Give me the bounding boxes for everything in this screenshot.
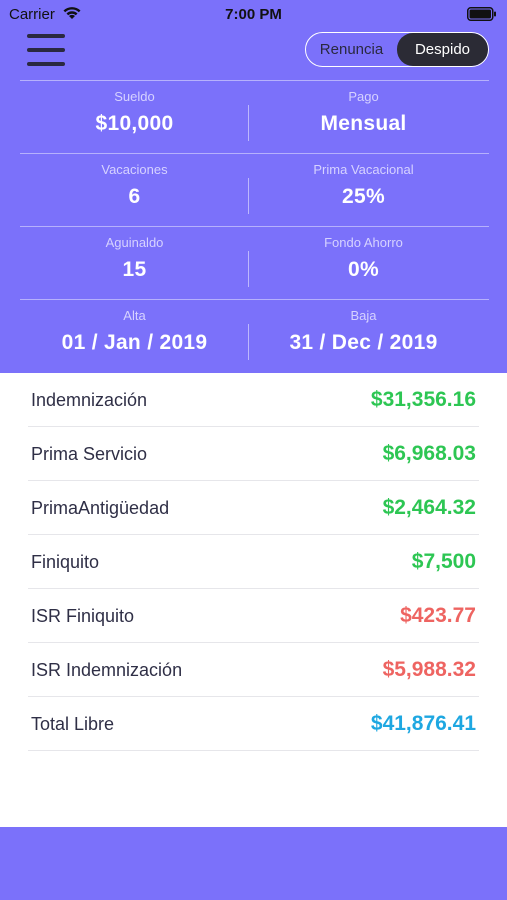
- stat-value: 6: [128, 185, 141, 208]
- segment-despido[interactable]: Despido: [397, 33, 488, 66]
- battery-icon: [467, 7, 497, 21]
- stat-value: 25%: [342, 185, 385, 208]
- inputs-summary: Sueldo $10,000 Pago Mensual Vacaciones 6…: [20, 80, 489, 372]
- result-label: Prima Servicio: [31, 444, 148, 464]
- stat-value: $10,000: [95, 112, 174, 135]
- result-value: $6,968.03: [382, 442, 476, 465]
- stat-label: Alta: [123, 308, 146, 323]
- result-row-isr-indemnizacion: ISR Indemnización $5,988.32: [28, 643, 479, 697]
- stat-value: 31 / Dec / 2019: [289, 331, 438, 354]
- result-label: PrimaAntigüedad: [31, 498, 170, 518]
- stat-vacaciones[interactable]: Vacaciones 6: [20, 154, 249, 227]
- stat-alta[interactable]: Alta 01 / Jan / 2019: [20, 300, 249, 373]
- result-value: $5,988.32: [382, 658, 476, 681]
- results-card: Indemnización $31,356.16 Prima Servicio …: [0, 373, 507, 827]
- result-label: Indemnización: [31, 390, 148, 410]
- clock-time: 7:00 PM: [225, 6, 282, 23]
- result-row-indemnizacion: Indemnización $31,356.16: [28, 373, 479, 427]
- result-value: $31,356.16: [370, 388, 476, 411]
- stat-baja[interactable]: Baja 31 / Dec / 2019: [249, 300, 478, 373]
- stat-value: 01 / Jan / 2019: [61, 331, 208, 354]
- stat-row: Aguinaldo 15 Fondo Ahorro 0%: [20, 226, 489, 299]
- stat-label: Fondo Ahorro: [324, 235, 403, 250]
- stat-value: 0%: [348, 258, 379, 281]
- stat-label: Pago: [348, 89, 379, 104]
- stat-row: Alta 01 / Jan / 2019 Baja 31 / Dec / 201…: [20, 299, 489, 372]
- stat-value: Mensual: [320, 112, 407, 135]
- result-label: Total Libre: [31, 714, 115, 734]
- stat-fondo-ahorro[interactable]: Fondo Ahorro 0%: [249, 227, 478, 300]
- menu-icon: [27, 34, 65, 38]
- stat-label: Prima Vacacional: [313, 162, 414, 177]
- stat-label: Vacaciones: [101, 162, 168, 177]
- result-value: $7,500: [411, 550, 476, 573]
- stat-label: Aguinaldo: [105, 235, 164, 250]
- result-value: $2,464.32: [382, 496, 476, 519]
- result-row-prima-servicio: Prima Servicio $6,968.03: [28, 427, 479, 481]
- stat-value: 15: [122, 258, 147, 281]
- segment-renuncia[interactable]: Renuncia: [306, 33, 397, 66]
- result-label: ISR Indemnización: [31, 660, 183, 680]
- mode-segmented-control[interactable]: Renuncia Despido: [305, 32, 489, 67]
- stat-aguinaldo[interactable]: Aguinaldo 15: [20, 227, 249, 300]
- stat-pago[interactable]: Pago Mensual: [249, 81, 478, 154]
- stat-label: Baja: [350, 308, 377, 323]
- result-row-finiquito: Finiquito $7,500: [28, 535, 479, 589]
- menu-button[interactable]: [27, 33, 65, 67]
- stat-prima-vacacional[interactable]: Prima Vacacional 25%: [249, 154, 478, 227]
- stat-sueldo[interactable]: Sueldo $10,000: [20, 81, 249, 154]
- result-label: ISR Finiquito: [31, 606, 135, 626]
- result-row-total-libre: Total Libre $41,876.41: [28, 697, 479, 751]
- result-value: $423.77: [400, 604, 476, 627]
- status-bar: Carrier 7:00 PM: [0, 0, 507, 30]
- stat-label: Sueldo: [114, 89, 155, 104]
- stat-row: Sueldo $10,000 Pago Mensual: [20, 80, 489, 153]
- result-label: Finiquito: [31, 552, 100, 572]
- result-value: $41,876.41: [370, 712, 476, 735]
- result-row-prima-antiguedad: PrimaAntigüedad $2,464.32: [28, 481, 479, 535]
- result-row-isr-finiquito: ISR Finiquito $423.77: [28, 589, 479, 643]
- stat-row: Vacaciones 6 Prima Vacacional 25%: [20, 153, 489, 226]
